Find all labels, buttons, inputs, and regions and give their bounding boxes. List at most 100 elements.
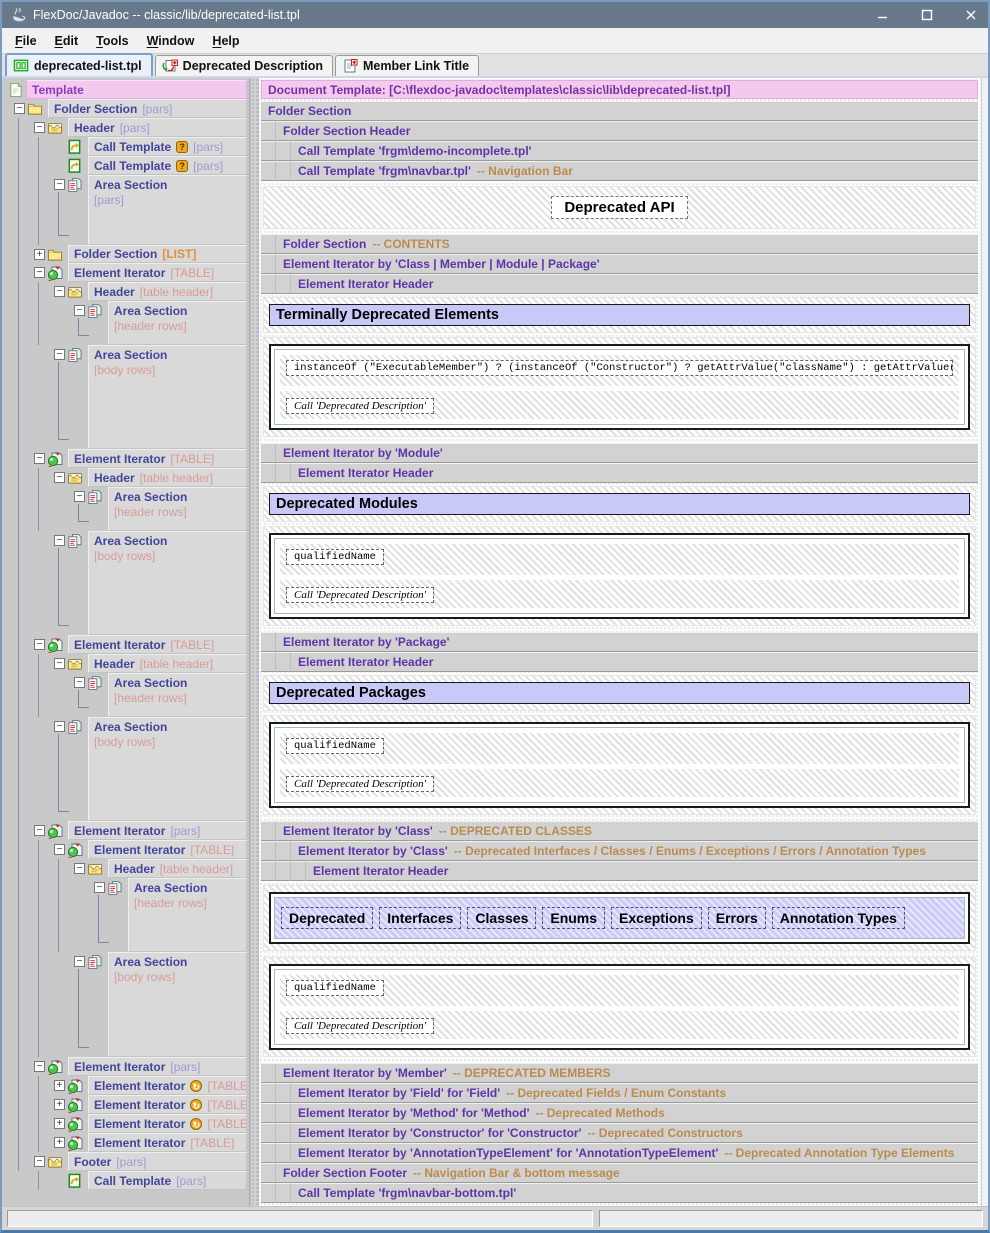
close-icon[interactable] [964, 9, 978, 21]
tree-row[interactable]: − Element Iterator[pars] [6, 1057, 247, 1076]
tree-node[interactable]: Header[table header] [88, 468, 247, 487]
tree-node[interactable]: Call Template?[pars] [88, 137, 247, 156]
tree-toggle-plus[interactable]: + [54, 1118, 65, 1129]
tree-row[interactable]: −Area Section[body rows] [6, 531, 247, 635]
tree-toggle-plus[interactable]: + [54, 1080, 65, 1091]
tree-toggle-minus[interactable]: − [14, 103, 25, 114]
tree-row[interactable]: Call Template?[pars] [6, 156, 247, 175]
tree-node[interactable]: Area Section[header rows] [108, 487, 247, 531]
doc-nav-chip[interactable]: Annotation Types [772, 907, 905, 929]
tree-row[interactable]: − Element Iterator[TABLE] [6, 449, 247, 468]
doc-bar[interactable]: Call Template 'frgm\navbar.tpl'-- Naviga… [291, 161, 978, 181]
tree-toggle-minus[interactable]: − [74, 956, 85, 967]
tree-row[interactable]: − Area Section[header rows] [6, 301, 247, 345]
tree-toggle-minus[interactable]: − [34, 1061, 45, 1072]
tree-node[interactable]: Element Iterator[TABLE] [88, 840, 247, 859]
tree-toggle-plus[interactable]: + [54, 1099, 65, 1110]
tree-node[interactable]: Header[table header] [88, 282, 247, 301]
tree-row[interactable]: − Header[table header] [6, 859, 247, 878]
tree-row[interactable]: +Element Iterator[TABLE] [6, 1133, 247, 1152]
tree-row[interactable]: − Element Iterator[pars] [6, 821, 247, 840]
doc-bar[interactable]: Folder Section-- CONTENTS [276, 234, 978, 254]
doc-bar[interactable]: Element Iterator by 'AnnotationTypeEleme… [291, 1143, 978, 1163]
doc-bar[interactable]: Folder Section Footer-- Navigation Bar &… [276, 1163, 978, 1183]
tree-row[interactable]: +Folder Section[LIST] [6, 245, 247, 263]
panel-splitter[interactable] [250, 78, 259, 1206]
tree-row[interactable]: − Folder Section[pars] [6, 99, 247, 118]
tree-toggle-minus[interactable]: − [54, 472, 65, 483]
doc-nav-chip[interactable]: Exceptions [611, 907, 702, 929]
tree-toggle-minus[interactable]: − [54, 535, 65, 546]
doc-section-title[interactable]: Deprecated Packages [269, 682, 970, 704]
tree-toggle-minus[interactable]: − [74, 677, 85, 688]
call-template-chip[interactable]: Call 'Deprecated Description' [286, 398, 434, 414]
vertical-scrollbar-track[interactable] [981, 78, 988, 1206]
tree-toggle-minus[interactable]: − [54, 844, 65, 855]
tree-row[interactable]: − Element Iterator[TABLE] [6, 263, 247, 282]
tree-row[interactable]: Call Template[pars] [6, 1171, 247, 1190]
expression-chip[interactable]: qualifiedName [286, 738, 384, 754]
tree-toggle-minus[interactable]: − [34, 267, 45, 278]
tree-row[interactable]: Template [6, 80, 247, 99]
doc-bar[interactable]: Element Iterator Header [306, 861, 978, 881]
tree-node[interactable]: Area Section[header rows] [108, 673, 247, 717]
tree-node[interactable]: Element Iterator[TABLE] [68, 449, 247, 468]
minimize-icon[interactable] [876, 9, 890, 21]
tree-toggle-minus[interactable]: − [34, 122, 45, 133]
tree-node[interactable]: Area Section[body rows] [88, 717, 247, 821]
doc-bar[interactable]: Call Template 'frgm\demo-incomplete.tpl' [291, 141, 978, 161]
tree-row[interactable]: −Area Section[body rows] [6, 717, 247, 821]
tree-toggle-minus[interactable]: − [34, 639, 45, 650]
tree-row[interactable]: −Footer[pars] [6, 1152, 247, 1171]
tree-row[interactable]: − Area Section[header rows] [6, 673, 247, 717]
tree-node[interactable]: Header[table header] [88, 654, 247, 673]
tree-row[interactable]: Call Template?[pars] [6, 137, 247, 156]
doc-nav-chip[interactable]: Deprecated [281, 907, 373, 929]
tree-row[interactable]: +Element Iterator↻[TABLE] [6, 1114, 247, 1133]
tree-row[interactable]: − Header[table header] [6, 468, 247, 487]
tree-row[interactable]: −Area Section[pars] [6, 175, 247, 245]
tree-node[interactable]: Call Template[pars] [88, 1171, 247, 1190]
tree-toggle-minus[interactable]: − [74, 305, 85, 316]
doc-nav-chip[interactable]: Classes [467, 907, 536, 929]
tree-toggle-minus[interactable]: − [34, 453, 45, 464]
tree-toggle-minus[interactable]: − [74, 863, 85, 874]
menu-item-help[interactable]: Help [203, 31, 248, 51]
tree-node[interactable]: Area Section[body rows] [108, 952, 247, 1057]
tree-row[interactable]: − Element Iterator[TABLE] [6, 840, 247, 859]
doc-banner-title[interactable]: Deprecated API [551, 196, 687, 219]
maximize-icon[interactable] [920, 9, 934, 21]
doc-nav-chip[interactable]: Interfaces [379, 907, 461, 929]
tree-node[interactable]: Folder Section[pars] [48, 99, 247, 118]
doc-bar[interactable]: Element Iterator by 'Class'-- Deprecated… [291, 841, 978, 861]
doc-bar[interactable]: Element Iterator by 'Package' [276, 632, 978, 652]
tree-toggle-minus[interactable]: − [74, 491, 85, 502]
tree-node[interactable]: Header[table header] [108, 859, 247, 878]
doc-bar[interactable]: Element Iterator by 'Member'-- DEPRECATE… [276, 1063, 978, 1083]
tree-node[interactable]: Element Iterator[pars] [68, 821, 247, 840]
tree-toggle-minus[interactable]: − [54, 658, 65, 669]
tree-node[interactable]: Area Section[header rows] [108, 301, 247, 345]
tree-node[interactable]: Element Iterator↻[TABLE] [88, 1095, 247, 1114]
tree-row[interactable]: −Area Section[body rows] [6, 345, 247, 449]
tab-2[interactable]: Member Link Title [335, 55, 479, 76]
tree-node[interactable]: Element Iterator[pars] [68, 1057, 247, 1076]
doc-bar[interactable]: Element Iterator Header [291, 463, 978, 483]
doc-bar[interactable]: Element Iterator by 'Class'-- DEPRECATED… [276, 821, 978, 841]
tree-node[interactable]: Header[pars] [68, 118, 247, 137]
tree-node[interactable]: Area Section[body rows] [88, 345, 247, 449]
call-template-chip[interactable]: Call 'Deprecated Description' [286, 1018, 434, 1034]
tab-1[interactable]: Deprecated Description [155, 55, 333, 76]
tree-row[interactable]: + Element Iterator↻[TABLE] [6, 1095, 247, 1114]
doc-nav-chip[interactable]: Errors [708, 907, 766, 929]
tree-toggle-minus[interactable]: − [94, 882, 105, 893]
doc-bar[interactable]: Element Iterator by 'Class | Member | Mo… [276, 254, 978, 274]
tree-node[interactable]: Element Iterator[TABLE] [68, 263, 247, 282]
expression-chip[interactable]: qualifiedName [286, 980, 384, 996]
tree-toggle-minus[interactable]: − [34, 825, 45, 836]
tree-node[interactable]: Template [26, 80, 247, 99]
tree-row[interactable]: − Header[pars] [6, 118, 247, 137]
tree-node[interactable]: Element Iterator↻[TABLE] [88, 1076, 247, 1095]
tree-row[interactable]: −Element Iterator[TABLE] [6, 635, 247, 654]
call-template-chip[interactable]: Call 'Deprecated Description' [286, 587, 434, 603]
